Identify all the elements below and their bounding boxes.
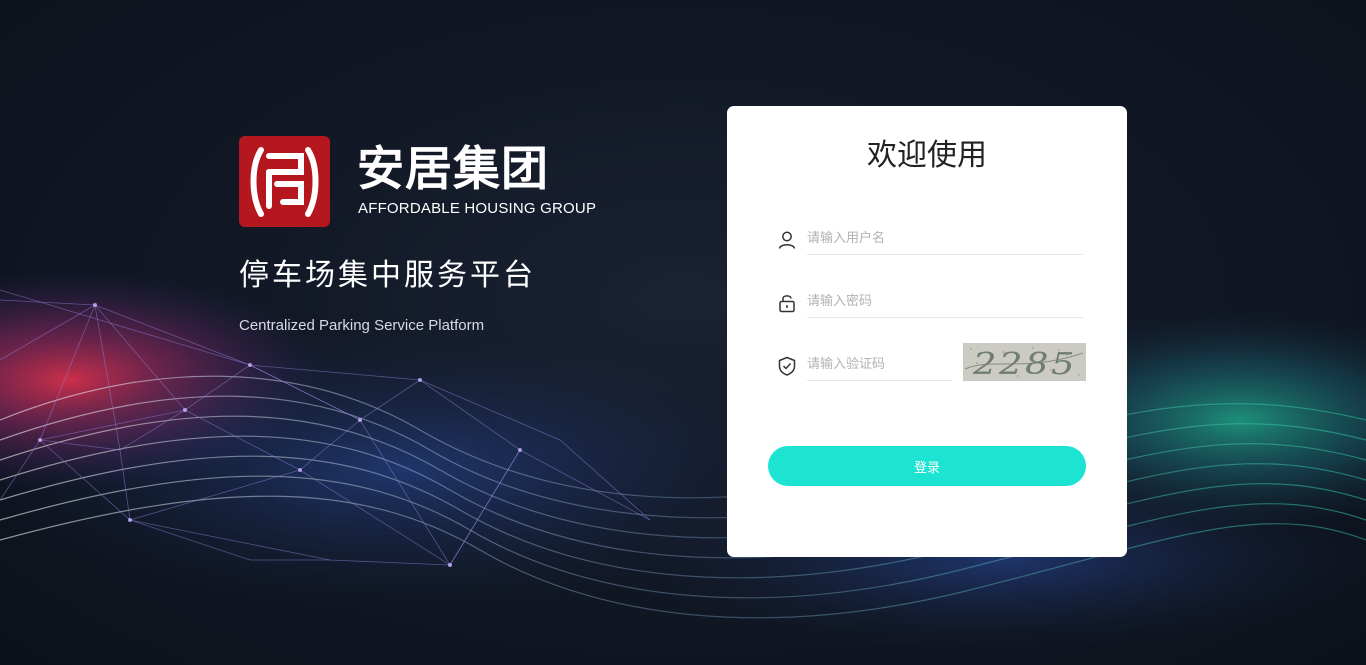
login-title: 欢迎使用 (867, 138, 987, 173)
background-network-art (0, 270, 1366, 650)
login-card: 欢迎使用 请输入用户名 请输入验证码 2285 登录 (727, 106, 1127, 557)
logo-mark-icon (239, 136, 330, 227)
login-button[interactable]: 登录 (768, 446, 1086, 486)
user-icon (776, 229, 798, 251)
login-page: 安居集团 AFFORDABLE HOUSING GROUP 停车场集中服务平台 … (0, 0, 1366, 665)
captcha-code: 2285 (972, 347, 1077, 381)
captcha-image[interactable]: 2285 (963, 343, 1086, 381)
password-input[interactable] (807, 286, 1083, 318)
company-name-en: AFFORDABLE HOUSING GROUP (358, 200, 597, 217)
username-input[interactable] (807, 223, 1083, 255)
shield-check-icon (776, 355, 798, 377)
platform-title-cn: 停车场集中服务平台 (239, 258, 536, 293)
company-name-cn: 安居集团 (357, 142, 549, 197)
lock-icon (776, 292, 798, 314)
platform-title-en: Centralized Parking Service Platform (239, 317, 485, 334)
captcha-input[interactable] (807, 349, 952, 381)
